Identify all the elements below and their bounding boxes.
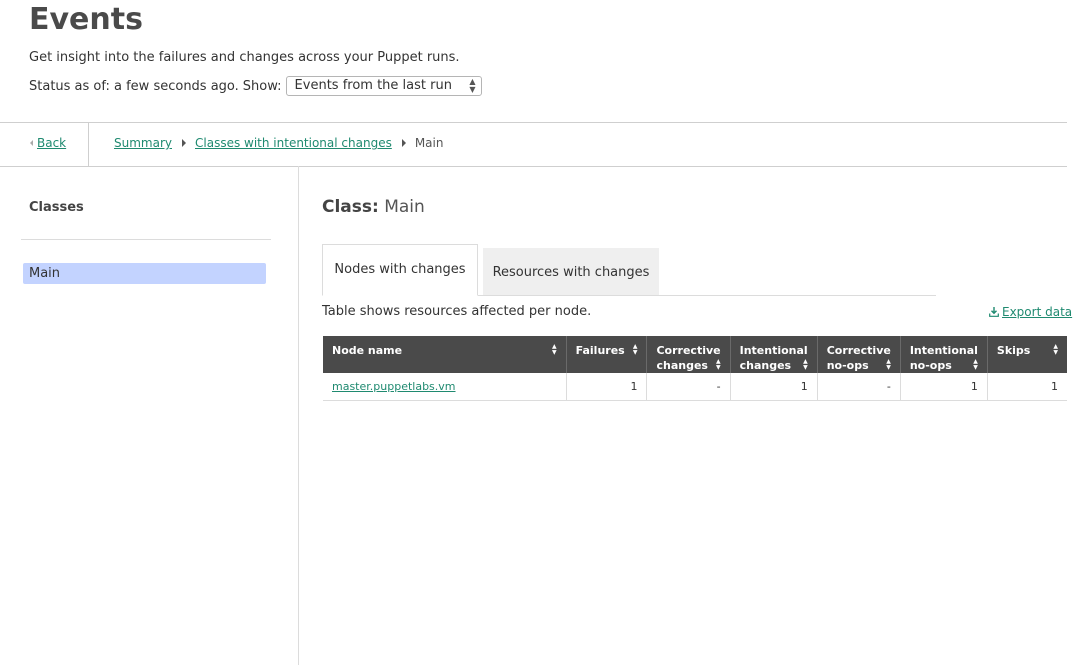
- column-header-label-line2: changes: [739, 359, 792, 372]
- tab-nodes-with-changes[interactable]: Nodes with changes: [322, 244, 478, 296]
- back-label[interactable]: Back: [37, 136, 66, 150]
- export-data-label[interactable]: Export data: [1002, 305, 1072, 319]
- table-row: master.puppetlabs.vm 1 - 1 - 1 1: [323, 373, 1067, 401]
- column-header-label: Corrective: [826, 344, 891, 357]
- sidebar-divider: [21, 239, 271, 240]
- column-header-label: Skips: [996, 344, 1031, 357]
- back-link[interactable]: Back: [30, 136, 66, 150]
- table-header-row: Node name ▲ ▼ Failures ▲ ▼ Corrective chan…: [323, 336, 1067, 373]
- column-header-label: Corrective: [656, 344, 721, 357]
- sidebar-item-main[interactable]: Main: [23, 263, 266, 284]
- column-header-label: Node name: [332, 344, 403, 357]
- breadcrumb-current: Main: [414, 136, 444, 150]
- column-header-label-line2: no-ops: [909, 359, 952, 372]
- sort-icon: ▲ ▼: [886, 358, 891, 371]
- sort-icon: ▲ ▼: [715, 358, 721, 371]
- export-data-link[interactable]: Export data: [989, 305, 1072, 319]
- cell-corrective-noops: -: [817, 373, 901, 401]
- column-header-label: Intentional: [909, 344, 978, 357]
- node-link[interactable]: master.puppetlabs.vm: [332, 380, 456, 393]
- show-label: Show:: [242, 78, 282, 94]
- column-header-corrective-changes[interactable]: Corrective changes ▲ ▼: [646, 336, 731, 373]
- show-select[interactable]: Events from the last run ▲ ▼: [285, 76, 482, 96]
- back-container: Back: [0, 123, 89, 166]
- sort-icon: ▲ ▼: [1053, 343, 1058, 356]
- caret-left-icon: [30, 140, 33, 146]
- column-header-corrective-noops[interactable]: Corrective no-ops ▲ ▼: [817, 336, 901, 373]
- nodes-table: Node name ▲ ▼ Failures ▲ ▼ Corrective chan…: [323, 336, 1067, 401]
- download-icon: [989, 307, 999, 317]
- column-header-label-line2: no-ops: [826, 359, 869, 372]
- class-title-name: Main: [384, 197, 425, 217]
- tab-resources-with-changes[interactable]: Resources with changes: [483, 248, 659, 295]
- cell-skips: 1: [987, 373, 1067, 401]
- page-subtitle: Get insight into the failures and change…: [29, 50, 460, 65]
- column-header-label: Failures: [575, 344, 625, 357]
- sort-icon: ▲ ▼: [803, 358, 808, 371]
- cell-failures: 1: [566, 373, 648, 401]
- sidebar: Classes Main: [0, 166, 299, 665]
- sidebar-title: Classes: [29, 200, 84, 215]
- show-select-value: Events from the last run: [294, 78, 452, 93]
- status-row: Status as of: a few seconds ago. Show: E…: [29, 76, 482, 96]
- table-caption: Table shows resources affected per node.: [322, 304, 592, 319]
- column-header-skips[interactable]: Skips ▲ ▼: [987, 336, 1067, 373]
- status-text: Status as of: a few seconds ago.: [29, 78, 239, 94]
- select-arrows-icon: ▲ ▼: [469, 77, 476, 94]
- column-header-failures[interactable]: Failures ▲ ▼: [566, 336, 648, 373]
- breadcrumb-summary[interactable]: Summary: [114, 136, 172, 150]
- class-title: Class: Main: [322, 197, 425, 217]
- tabs: Nodes with changes Resources with change…: [322, 244, 936, 296]
- column-header-label: Intentional: [739, 344, 808, 357]
- events-page: Events Get insight into the failures and…: [0, 0, 1074, 665]
- cell-node-name: master.puppetlabs.vm: [323, 373, 567, 401]
- breadcrumb: Summary Classes with intentional changes…: [114, 136, 443, 150]
- sort-icon: ▲ ▼: [632, 343, 638, 356]
- class-title-prefix: Class:: [322, 197, 379, 217]
- cell-intentional-changes: 1: [730, 373, 818, 401]
- breadcrumb-bar: Back Summary Classes with intentional ch…: [0, 122, 1067, 167]
- column-header-intentional-changes[interactable]: Intentional changes ▲ ▼: [730, 336, 818, 373]
- page-title: Events: [29, 2, 143, 37]
- column-header-label-line2: changes: [656, 359, 708, 372]
- sort-icon: ▲ ▼: [551, 343, 557, 356]
- caret-right-icon: [401, 139, 406, 147]
- cell-intentional-noops: 1: [900, 373, 988, 401]
- caret-right-icon: [182, 139, 186, 147]
- column-header-node-name[interactable]: Node name ▲ ▼: [323, 336, 567, 373]
- sort-icon: ▲ ▼: [973, 358, 978, 371]
- column-header-intentional-noops[interactable]: Intentional no-ops ▲ ▼: [900, 336, 988, 373]
- breadcrumb-classes-intentional[interactable]: Classes with intentional changes: [195, 136, 392, 150]
- cell-corrective-changes: -: [646, 373, 731, 401]
